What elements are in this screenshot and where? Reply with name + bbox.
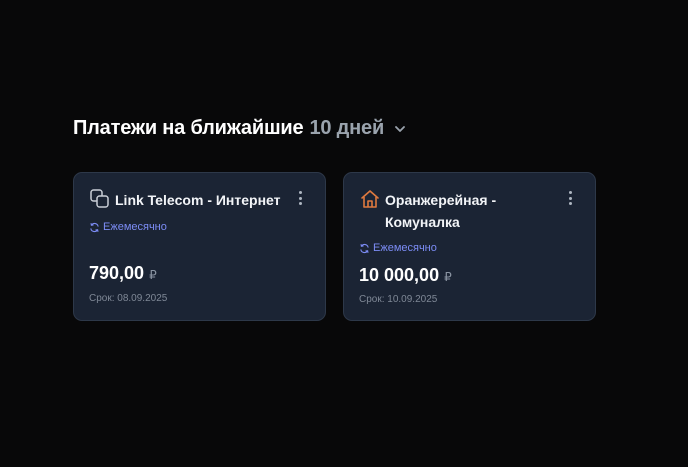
payment-card[interactable]: Link Telecom - Интернет Ежемесячно 790,0… — [73, 172, 326, 321]
due-date: Срок: 08.09.2025 — [89, 293, 168, 304]
layers-icon — [89, 188, 111, 210]
currency-symbol: ₽ — [149, 268, 157, 282]
amount-value: 790,00 — [89, 263, 145, 283]
chevron-down-icon[interactable] — [393, 122, 407, 136]
frequency-label: Ежемесячно — [373, 242, 437, 254]
frequency-badge: Ежемесячно — [89, 221, 167, 233]
currency-symbol: ₽ — [444, 270, 452, 284]
refresh-icon — [90, 222, 99, 232]
payment-title: Оранжерейная - Комуналка — [385, 192, 497, 230]
payment-amount: 790,00 ₽ — [89, 263, 157, 284]
section-title: Платежи на ближайшие — [73, 117, 304, 139]
house-icon — [359, 188, 381, 210]
frequency-badge: Ежемесячно — [359, 242, 437, 254]
payment-title: Link Telecom - Интернет — [115, 192, 281, 208]
payment-amount: 10 000,00 ₽ — [359, 265, 452, 286]
period-selector[interactable]: 10 дней — [309, 117, 384, 140]
more-options-icon[interactable] — [565, 189, 575, 207]
more-options-icon[interactable] — [295, 189, 305, 207]
frequency-label: Ежемесячно — [103, 221, 167, 233]
refresh-icon — [360, 243, 369, 253]
payment-card[interactable]: Оранжерейная - Комуналка Ежемесячно 10 0… — [343, 172, 596, 321]
due-date: Срок: 10.09.2025 — [359, 294, 438, 305]
upcoming-payments-heading: Платежи на ближайшие 10 дней — [73, 117, 407, 140]
amount-value: 10 000,00 — [359, 265, 440, 285]
